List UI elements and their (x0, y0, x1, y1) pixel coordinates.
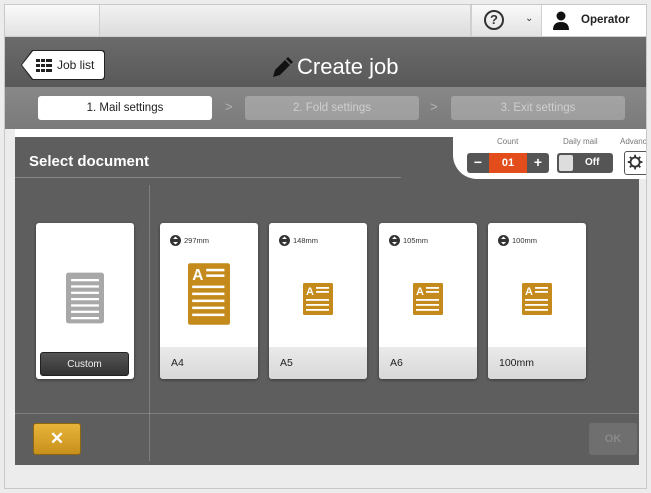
step-mail-settings[interactable]: 1. Mail settings (38, 96, 212, 120)
top-bar-segment (5, 5, 100, 36)
document-size: 100mm (498, 235, 537, 246)
document-size: 148mm (279, 235, 318, 246)
chevron-right-icon: > (225, 99, 233, 114)
svg-text:A: A (306, 286, 314, 298)
chevron-down-icon: ⌄ (525, 13, 534, 24)
top-bar-status-area (100, 5, 471, 36)
svg-text:A: A (416, 286, 424, 298)
job-list-label: Job list (57, 58, 95, 72)
main-content: Select document Count − 01 + Daily mail … (15, 129, 646, 465)
step-exit-settings[interactable]: 3. Exit settings (451, 96, 625, 120)
height-icon (498, 235, 509, 246)
svg-text:A: A (192, 267, 203, 284)
document-card-custom[interactable]: Custom (36, 223, 134, 379)
advanced-label: Advanced (620, 137, 647, 146)
grid-icon (36, 59, 52, 72)
operator-button[interactable]: Operator (541, 5, 646, 36)
document-icon: A (413, 283, 443, 315)
document-icon (66, 272, 104, 324)
count-value: 01 (489, 153, 527, 173)
document-card-a4[interactable]: 297mm A A4 (160, 223, 258, 379)
count-increment-button[interactable]: + (527, 153, 549, 173)
job-controls: Count − 01 + Daily mail Off Advanced (453, 131, 647, 179)
document-icon: A (522, 283, 552, 315)
count-stepper: − 01 + (467, 153, 549, 173)
height-icon (389, 235, 400, 246)
title-bar: Job list Create job (5, 37, 646, 87)
daily-mail-label: Daily mail (563, 137, 598, 146)
daily-mail-toggle[interactable]: Off (557, 153, 613, 173)
daily-mail-value: Off (585, 157, 600, 168)
document-card-a5[interactable]: 148mm A A5 (269, 223, 367, 379)
top-bar: ? ⌄ Operator (5, 5, 646, 37)
document-size-label: 105mm (403, 236, 429, 245)
chevron-right-icon: > (430, 99, 438, 114)
document-size: 105mm (389, 235, 428, 246)
document-size: 297mm (170, 235, 209, 246)
user-icon (553, 11, 569, 30)
document-icon: A (303, 283, 333, 315)
footer-divider (15, 413, 639, 414)
divider (15, 177, 401, 178)
document-size-label: 100mm (512, 236, 538, 245)
section-title: Select document (29, 153, 150, 170)
toggle-knob (559, 155, 573, 171)
count-decrement-button[interactable]: − (467, 153, 489, 173)
step-fold-settings[interactable]: 2. Fold settings (245, 96, 419, 120)
svg-text:A: A (525, 286, 533, 298)
pencil-icon (273, 57, 293, 77)
document-name: 100mm (499, 357, 535, 369)
page-title: Create job (297, 54, 399, 79)
document-size-label: 297mm (184, 236, 210, 245)
document-card-100mm[interactable]: 100mm A 100mm (488, 223, 586, 379)
custom-button[interactable]: Custom (40, 352, 129, 376)
count-label: Count (497, 137, 519, 146)
document-name: A6 (390, 357, 403, 369)
steps-bar: 1. Mail settings > 2. Fold settings > 3.… (5, 87, 646, 129)
height-icon (170, 235, 181, 246)
document-size-label: 148mm (293, 236, 319, 245)
document-icon: A (188, 263, 230, 325)
help-button[interactable]: ? ⌄ (471, 5, 541, 36)
ok-button[interactable]: OK (589, 423, 637, 455)
operator-label: Operator (581, 14, 630, 26)
document-card-a6[interactable]: 105mm A A6 (379, 223, 477, 379)
height-icon (279, 235, 290, 246)
document-name: A4 (171, 357, 184, 369)
document-name: A5 (280, 357, 293, 369)
gear-icon (627, 154, 643, 170)
app-window: ? ⌄ Operator Job list Create job 1. Mail… (4, 4, 647, 489)
vertical-divider (149, 185, 150, 461)
advanced-button[interactable] (624, 151, 646, 175)
cancel-button[interactable]: ✕ (33, 423, 81, 455)
question-circle-icon: ? (484, 10, 504, 30)
